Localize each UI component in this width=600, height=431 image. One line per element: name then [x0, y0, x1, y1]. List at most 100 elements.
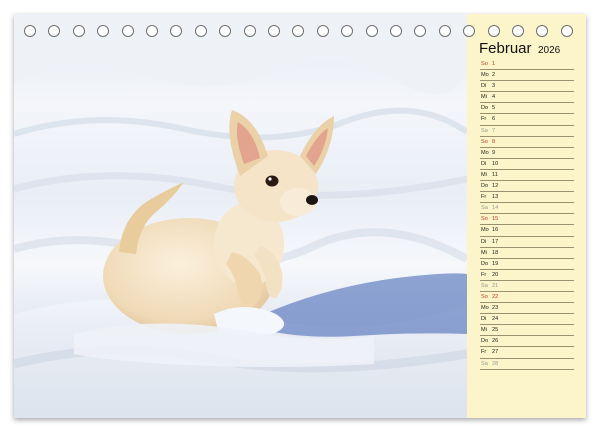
- binding-ring: [170, 25, 183, 37]
- day-row: So 15: [480, 214, 574, 226]
- day-name: Do: [481, 260, 489, 267]
- day-number: 24: [492, 316, 499, 323]
- day-name: Di: [481, 160, 487, 167]
- day-row: Do 5: [480, 103, 574, 115]
- day-name: Do: [481, 105, 489, 112]
- binding-ring: [146, 25, 158, 37]
- day-number: 23: [492, 305, 499, 312]
- binding-ring: [536, 25, 549, 37]
- binding-ring: [438, 25, 451, 37]
- month-name: Februar: [479, 40, 532, 57]
- day-number: 11: [492, 171, 498, 178]
- day-row: Sa 21: [480, 281, 574, 292]
- day-name: Do: [481, 338, 489, 345]
- year-label: 2026: [537, 45, 561, 56]
- day-row: Fr 13: [480, 192, 574, 204]
- day-name: Fr: [481, 349, 487, 356]
- day-number: 20: [492, 271, 499, 278]
- day-number: 25: [492, 327, 499, 334]
- day-number: 21: [492, 282, 499, 289]
- day-name: Sa: [481, 205, 488, 212]
- photo-chihuahua-in-snow: [14, 14, 467, 418]
- day-number: 2: [492, 72, 496, 79]
- day-name: Do: [481, 183, 489, 190]
- day-row: Mi 4: [480, 92, 574, 104]
- binding-ring: [414, 25, 427, 37]
- binding-ring: [268, 25, 280, 37]
- day-number: 19: [492, 260, 499, 267]
- day-name: Sa: [481, 282, 488, 289]
- day-number: 4: [492, 94, 496, 101]
- day-name: Sa: [481, 127, 488, 134]
- day-number: 16: [492, 227, 499, 234]
- binding-ring: [292, 25, 305, 37]
- binding-ring: [194, 25, 207, 37]
- binding-ring: [121, 25, 134, 37]
- day-row: Do 19: [480, 259, 574, 270]
- binding-ring: [341, 25, 354, 37]
- binding-ring: [560, 25, 573, 37]
- day-row: So 22: [480, 292, 574, 304]
- day-row: Fr 27: [480, 347, 574, 359]
- binding-ring: [365, 25, 378, 37]
- day-number: 10: [492, 160, 499, 167]
- day-name: So: [481, 293, 488, 300]
- calendar-side-panel: Februar 2026 So 1 Mo 2 Di 3 Mi 4 Do 5 Fr 6 Sa 7 So 8 Mo 9…: [467, 14, 586, 418]
- binding-ring: [487, 25, 500, 37]
- day-name: Mi: [481, 249, 487, 256]
- day-name: Di: [481, 316, 487, 323]
- day-row: Mo 2: [480, 70, 574, 82]
- day-row: Di 10: [480, 159, 574, 170]
- day-number: 27: [492, 349, 499, 356]
- binding-ring: [97, 25, 110, 37]
- day-row: Di 17: [480, 237, 574, 248]
- day-name: Mi: [481, 171, 487, 178]
- day-row: Sa 28: [480, 359, 574, 370]
- day-name: Mi: [481, 327, 487, 334]
- day-number: 7: [492, 127, 496, 134]
- day-number: 15: [492, 216, 499, 223]
- binding-ring: [48, 25, 61, 37]
- calendar-page: Februar 2026 So 1 Mo 2 Di 3 Mi 4 Do 5 Fr 6 Sa 7 So 8 Mo 9…: [14, 14, 586, 418]
- day-name: Mo: [481, 227, 489, 234]
- day-name: Mo: [481, 305, 489, 312]
- binding-ring: [219, 25, 232, 37]
- day-row: Do 26: [480, 336, 574, 348]
- day-row: So 1: [480, 59, 574, 71]
- binding-ring: [243, 25, 256, 37]
- day-number: 13: [492, 194, 499, 201]
- month-title: Februar 2026: [479, 40, 560, 58]
- day-number: 9: [492, 149, 496, 156]
- day-name: Mi: [481, 94, 487, 101]
- day-number: 3: [492, 83, 496, 90]
- day-row: So 8: [480, 137, 574, 148]
- day-name: So: [481, 216, 488, 223]
- day-row: Mi 25: [480, 325, 574, 337]
- day-number: 5: [492, 105, 496, 112]
- day-number: 22: [492, 293, 499, 300]
- day-row: Sa 14: [480, 203, 574, 215]
- binding-ring: [72, 25, 85, 37]
- day-number: 12: [492, 183, 499, 190]
- day-number: 8: [492, 138, 496, 145]
- day-row: Mo 23: [480, 303, 574, 315]
- day-number: 26: [492, 338, 499, 345]
- day-name: Di: [481, 238, 487, 245]
- day-name: Di: [481, 83, 487, 90]
- day-row: Mi 18: [480, 248, 574, 259]
- day-row: Fr 6: [480, 114, 574, 126]
- day-number: 1: [492, 61, 496, 67]
- day-row: Di 3: [480, 81, 574, 93]
- binding-ring: [24, 25, 36, 37]
- binding-ring: [512, 25, 524, 37]
- day-number: 18: [492, 249, 499, 256]
- day-name: Fr: [481, 116, 487, 123]
- binding-ring: [390, 25, 402, 37]
- day-name: Fr: [481, 271, 487, 278]
- day-name: So: [481, 61, 488, 67]
- snow-and-dog-illustration: [14, 14, 467, 418]
- day-name: Mo: [481, 149, 489, 156]
- day-row: Mo 9: [480, 148, 574, 159]
- binding-ring: [316, 25, 329, 37]
- day-name: Sa: [481, 360, 488, 367]
